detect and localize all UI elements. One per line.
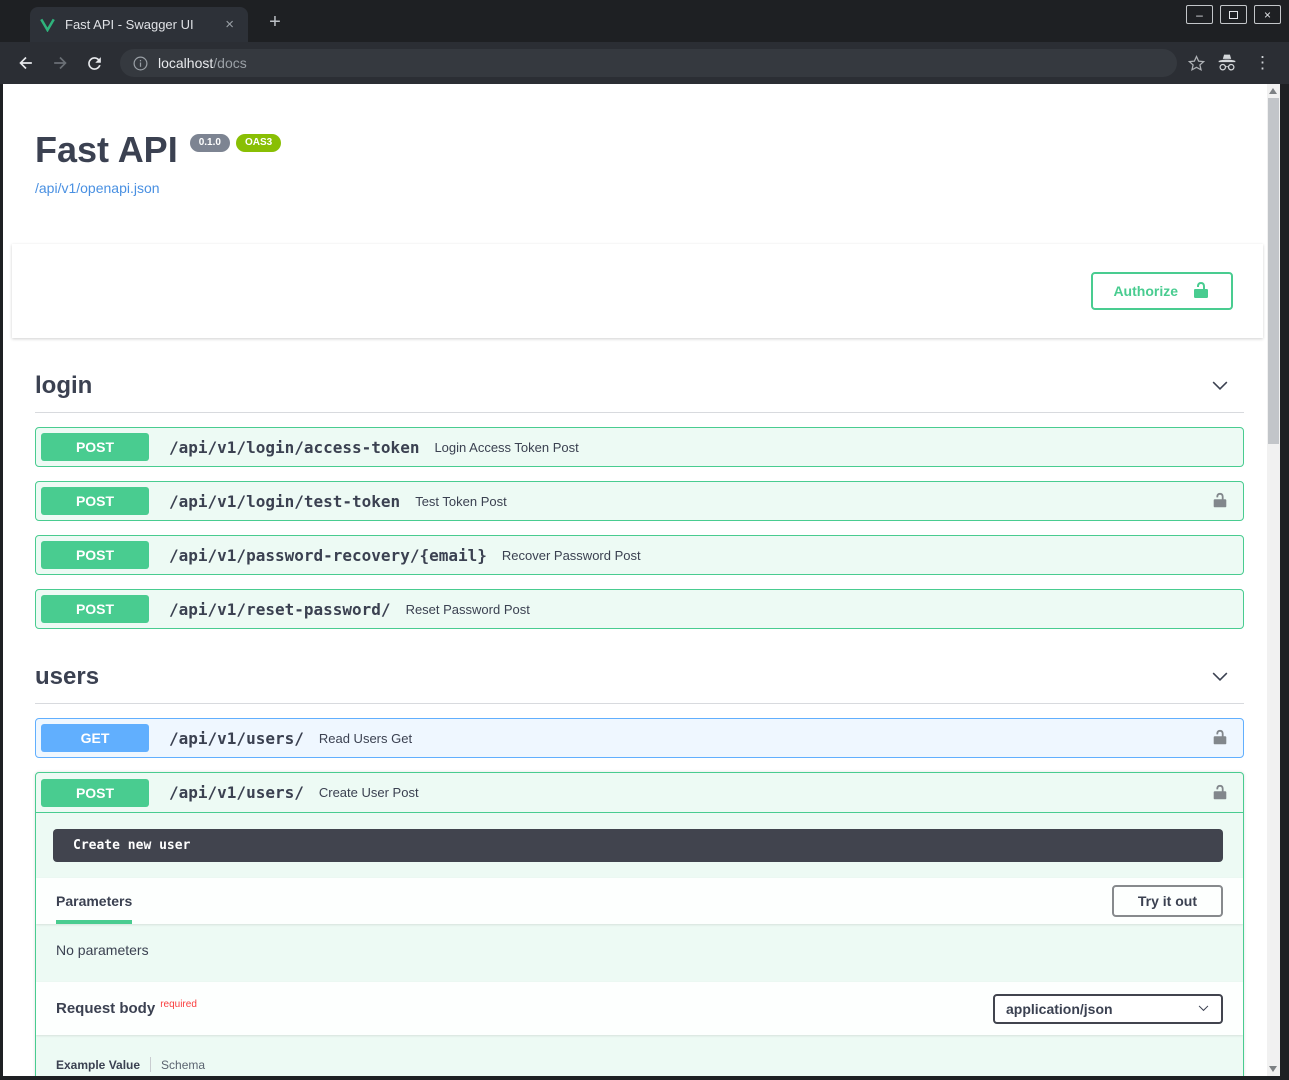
endpoint-row[interactable]: GET /api/v1/users/ Read Users Get xyxy=(35,718,1244,758)
method-badge: POST xyxy=(41,433,149,461)
page-content: Fast API 0.1.0 OAS3 /api/v1/openapi.json… xyxy=(3,84,1267,1076)
endpoint-summary: Create User Post xyxy=(319,785,419,800)
toolbar-right: ⋮ xyxy=(1187,53,1279,73)
openapi-spec-link[interactable]: /api/v1/openapi.json xyxy=(35,180,160,196)
forward-button[interactable] xyxy=(44,47,76,79)
try-it-out-button[interactable]: Try it out xyxy=(1112,885,1223,917)
title-badges: 0.1.0 OAS3 xyxy=(190,134,281,152)
endpoint-summary: Recover Password Post xyxy=(502,548,641,563)
oas3-badge: OAS3 xyxy=(236,134,281,152)
endpoint-row[interactable]: POST /api/v1/login/access-token Login Ac… xyxy=(35,427,1244,467)
authorize-label: Authorize xyxy=(1113,283,1178,299)
method-badge: POST xyxy=(41,595,149,623)
model-example-area: Example Value Schema { xyxy=(36,1035,1243,1076)
address-bar[interactable]: localhost/docs xyxy=(120,49,1177,77)
select-chevron-icon xyxy=(1197,1002,1210,1015)
tab-example-value[interactable]: Example Value xyxy=(56,1058,140,1072)
browser-tab[interactable]: Fast API - Swagger UI × xyxy=(30,7,248,42)
unlocked-padlock-icon xyxy=(1191,281,1211,301)
auth-lock-button[interactable] xyxy=(1211,729,1229,747)
scheme-container: Authorize xyxy=(12,244,1263,338)
endpoint-expanded-block: POST /api/v1/users/ Create User Post Cre… xyxy=(35,772,1244,1076)
scrollbar-thumb[interactable] xyxy=(1268,98,1279,444)
browser-window: Fast API - Swagger UI × + – × localhost/… xyxy=(0,0,1289,1080)
maximize-button[interactable] xyxy=(1220,5,1247,24)
section-login-title: login xyxy=(35,372,92,400)
page-info-icon[interactable] xyxy=(132,55,149,72)
maximize-icon xyxy=(1229,11,1238,19)
bookmark-star-icon[interactable] xyxy=(1187,54,1206,73)
endpoint-row[interactable]: POST /api/v1/login/test-token Test Token… xyxy=(35,481,1244,521)
section-users-title: users xyxy=(35,663,99,691)
endpoint-path: /api/v1/users/ xyxy=(169,729,304,748)
authorize-button[interactable]: Authorize xyxy=(1091,272,1233,310)
auth-lock-button[interactable] xyxy=(1211,492,1229,510)
section-login: login POST /api/v1/login/access-token Lo… xyxy=(35,366,1244,629)
reload-button[interactable] xyxy=(78,47,110,79)
tab-schema[interactable]: Schema xyxy=(161,1058,205,1072)
media-type-value: application/json xyxy=(1006,1001,1113,1017)
method-badge: GET xyxy=(41,724,149,752)
media-type-select[interactable]: application/json xyxy=(993,994,1223,1024)
endpoint-summary: Login Access Token Post xyxy=(434,440,578,455)
no-parameters-text: No parameters xyxy=(36,924,1243,982)
endpoint-summary: Read Users Get xyxy=(319,731,412,746)
method-badge: POST xyxy=(41,541,149,569)
section-users-header[interactable]: users xyxy=(35,657,1244,704)
back-button[interactable] xyxy=(10,47,42,79)
window-controls: – × xyxy=(1186,5,1281,24)
auth-lock-button[interactable] xyxy=(1211,784,1229,802)
tab-close-icon[interactable]: × xyxy=(221,16,238,33)
request-body-label: Request bodyrequired xyxy=(56,1000,197,1017)
scrollbar-down-arrow-icon[interactable] xyxy=(1269,1066,1277,1072)
page-title: Fast API xyxy=(35,132,178,168)
endpoint-path: /api/v1/login/access-token xyxy=(169,438,419,457)
close-button[interactable]: × xyxy=(1254,5,1281,24)
tab-title: Fast API - Swagger UI xyxy=(65,17,221,32)
chevron-down-icon[interactable] xyxy=(1210,376,1230,396)
url-text: localhost/docs xyxy=(158,55,247,71)
tab-parameters: Parameters xyxy=(56,878,132,924)
method-badge: POST xyxy=(41,779,149,807)
browser-toolbar: localhost/docs ⋮ xyxy=(0,42,1289,84)
endpoint-row[interactable]: POST /api/v1/password-recovery/{email} R… xyxy=(35,535,1244,575)
required-label: required xyxy=(160,999,197,1010)
new-tab-button[interactable]: + xyxy=(262,9,288,35)
incognito-icon xyxy=(1216,53,1238,73)
section-login-header[interactable]: login xyxy=(35,366,1244,413)
operation-description: Create new user xyxy=(53,829,1223,862)
favicon-v-icon xyxy=(40,18,55,32)
request-body-header: Request bodyrequired application/json xyxy=(36,982,1243,1035)
page-scrollbar[interactable] xyxy=(1267,84,1280,1076)
endpoint-path: /api/v1/reset-password/ xyxy=(169,600,391,619)
parameters-header: Parameters Try it out xyxy=(36,878,1243,924)
model-tabs: Example Value Schema xyxy=(56,1057,1223,1072)
endpoint-path: /api/v1/users/ xyxy=(169,783,304,802)
endpoint-path: /api/v1/password-recovery/{email} xyxy=(169,546,487,565)
menu-kebab-icon[interactable]: ⋮ xyxy=(1248,53,1277,73)
endpoint-path: /api/v1/login/test-token xyxy=(169,492,400,511)
minimize-button[interactable]: – xyxy=(1186,5,1213,24)
section-users: users GET /api/v1/users/ Read Users Get … xyxy=(35,657,1244,1076)
titlebar: Fast API - Swagger UI × + – × xyxy=(0,0,1289,42)
endpoint-row[interactable]: POST /api/v1/users/ Create User Post xyxy=(36,773,1243,813)
tab-divider xyxy=(150,1057,151,1072)
api-info: Fast API 0.1.0 OAS3 /api/v1/openapi.json xyxy=(35,132,1241,198)
endpoint-summary: Test Token Post xyxy=(415,494,507,509)
scrollbar-up-arrow-icon[interactable] xyxy=(1269,88,1277,94)
endpoint-summary: Reset Password Post xyxy=(406,602,530,617)
method-badge: POST xyxy=(41,487,149,515)
endpoint-row[interactable]: POST /api/v1/reset-password/ Reset Passw… xyxy=(35,589,1244,629)
version-badge: 0.1.0 xyxy=(190,134,230,152)
chevron-down-icon[interactable] xyxy=(1210,667,1230,687)
